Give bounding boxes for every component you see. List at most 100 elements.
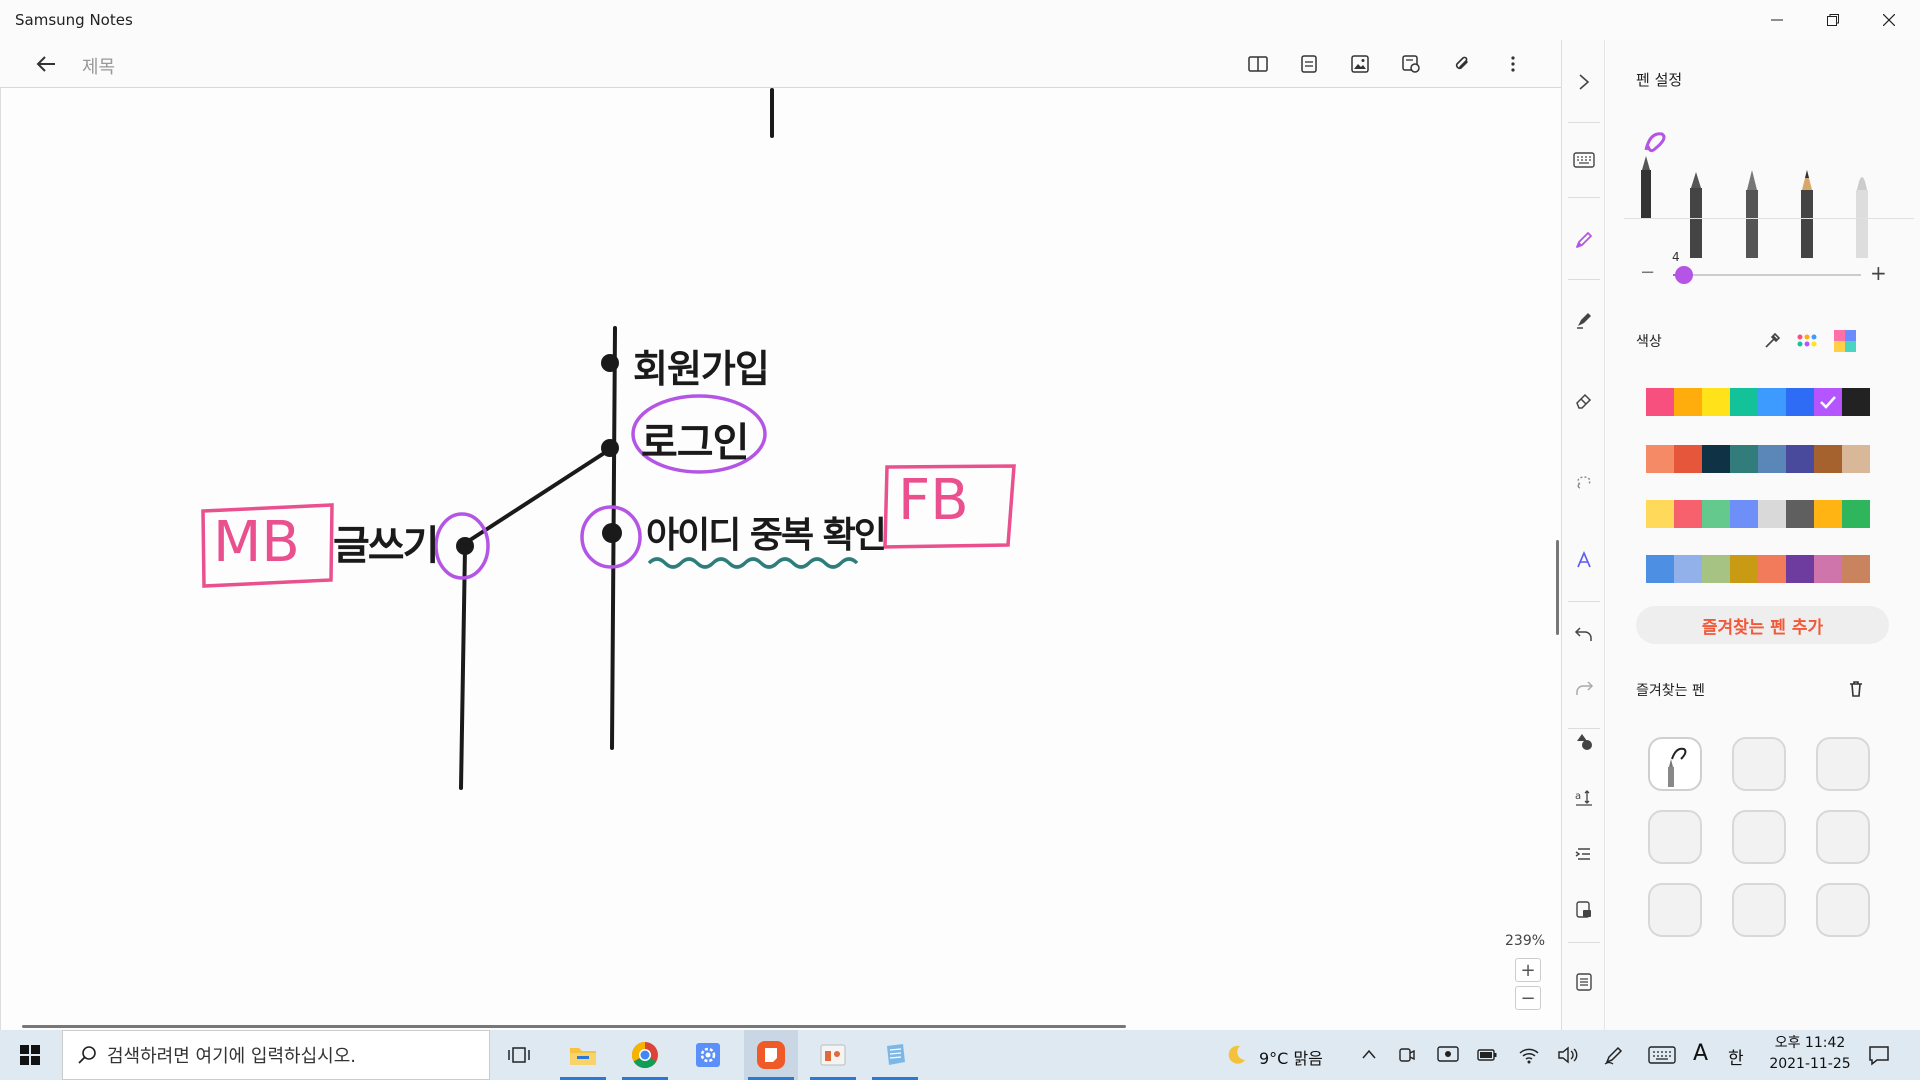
taskbar-clock[interactable]: 오후 11:42 2021-11-25 [1760, 1033, 1860, 1075]
start-button[interactable] [4, 1030, 56, 1080]
pencil-option[interactable] [1797, 168, 1817, 258]
color-swatch[interactable] [1786, 555, 1814, 583]
eyedropper-icon[interactable] [1763, 332, 1781, 350]
color-swatch[interactable] [1674, 388, 1702, 416]
favorite-pen-slot[interactable] [1732, 810, 1786, 864]
brush-option[interactable] [1852, 168, 1872, 258]
powerpoint-app[interactable] [806, 1030, 860, 1080]
ime-font-indicator[interactable]: A [1693, 1041, 1708, 1066]
color-swatch[interactable] [1674, 500, 1702, 528]
vertical-scrollbar[interactable] [1556, 540, 1559, 635]
color-swatch[interactable] [1814, 388, 1842, 416]
lasso-tool[interactable] [1572, 468, 1596, 492]
page-view-button[interactable] [1246, 52, 1270, 76]
zoom-out-button[interactable]: − [1515, 986, 1541, 1010]
calligraphy-pen-option[interactable] [1686, 168, 1706, 258]
touch-keyboard-icon[interactable] [1648, 1046, 1676, 1064]
favorite-pen-slot[interactable] [1648, 883, 1702, 937]
color-swatch[interactable] [1674, 555, 1702, 583]
trash-icon[interactable] [1847, 680, 1865, 698]
color-swatch[interactable] [1758, 388, 1786, 416]
chevron-up-icon[interactable] [1361, 1048, 1377, 1060]
color-swatch[interactable] [1814, 555, 1842, 583]
battery-icon[interactable] [1477, 1047, 1499, 1063]
favorite-pen-slot[interactable] [1816, 737, 1870, 791]
template-button[interactable] [1297, 52, 1321, 76]
minimize-button[interactable] [1749, 0, 1805, 40]
close-button[interactable] [1861, 0, 1917, 40]
color-swatch[interactable] [1702, 500, 1730, 528]
taskbar-search-box[interactable]: 검색하려면 여기에 입력하십시오. [62, 1030, 490, 1080]
color-swatch[interactable] [1730, 500, 1758, 528]
color-swatch[interactable] [1786, 445, 1814, 473]
favorite-pen-slot[interactable] [1732, 737, 1786, 791]
color-swatch[interactable] [1646, 445, 1674, 473]
favorite-pen-slot[interactable] [1732, 883, 1786, 937]
color-swatch[interactable] [1702, 445, 1730, 473]
zoom-in-button[interactable]: + [1515, 958, 1541, 982]
favorite-pen-slot[interactable] [1648, 737, 1702, 791]
note-canvas[interactable]: 회원가입 로그인 글쓰기 아이디 중복 확인 MB FB [0, 88, 1561, 1030]
ime-language-indicator[interactable]: 한 [1728, 1044, 1744, 1069]
file-explorer-app[interactable] [556, 1030, 610, 1080]
size-minus-button[interactable]: − [1640, 262, 1655, 283]
color-swatch[interactable] [1674, 445, 1702, 473]
color-swatch[interactable] [1814, 445, 1842, 473]
color-swatch[interactable] [1786, 388, 1814, 416]
chrome-app[interactable] [618, 1030, 672, 1080]
pen-menu-icon[interactable] [1603, 1044, 1625, 1066]
redo-button[interactable] [1572, 676, 1596, 700]
note-title[interactable]: 제목 [82, 53, 115, 79]
color-swatch[interactable] [1702, 555, 1730, 583]
color-swatch[interactable] [1842, 445, 1870, 473]
back-button[interactable] [34, 52, 58, 76]
color-swatch[interactable] [1842, 555, 1870, 583]
collapse-panel-button[interactable] [1572, 70, 1596, 94]
volume-icon[interactable] [1557, 1045, 1579, 1065]
color-swatch[interactable] [1758, 500, 1786, 528]
color-swatch[interactable] [1730, 445, 1758, 473]
color-swatch[interactable] [1646, 500, 1674, 528]
notification-icon[interactable] [1868, 1044, 1890, 1066]
handwriting-convert-tool[interactable] [1572, 548, 1596, 572]
color-swatch[interactable] [1814, 500, 1842, 528]
eraser-tool[interactable] [1572, 388, 1596, 412]
more-options-button[interactable] [1501, 52, 1525, 76]
color-spectrum-icon[interactable] [1834, 330, 1856, 352]
size-plus-button[interactable]: + [1870, 261, 1887, 285]
shapes-tool[interactable] [1572, 730, 1596, 754]
color-swatch[interactable] [1842, 388, 1870, 416]
pen-option[interactable] [1742, 168, 1762, 258]
add-favorite-pen-button[interactable]: 즐겨찾는 펜 추가 [1636, 606, 1889, 644]
color-palette-icon[interactable] [1796, 332, 1818, 350]
weather-text[interactable]: 9°C 맑음 [1259, 1045, 1323, 1069]
restore-button[interactable] [1805, 0, 1861, 40]
color-swatch[interactable] [1646, 555, 1674, 583]
wifi-icon[interactable] [1518, 1045, 1540, 1065]
color-swatch[interactable] [1730, 388, 1758, 416]
attach-button[interactable] [1450, 52, 1474, 76]
color-swatch[interactable] [1786, 500, 1814, 528]
fountain-pen-option[interactable] [1632, 120, 1676, 220]
line-spacing-tool[interactable] [1572, 842, 1596, 866]
insert-voice-button[interactable] [1399, 52, 1423, 76]
color-swatch[interactable] [1842, 500, 1870, 528]
horizontal-scrollbar[interactable] [22, 1025, 1126, 1028]
color-swatch[interactable] [1646, 388, 1674, 416]
lock-tool[interactable] [1572, 898, 1596, 922]
undo-button[interactable] [1572, 622, 1596, 646]
color-swatch[interactable] [1758, 555, 1786, 583]
settings-app[interactable] [681, 1030, 735, 1080]
page-list-button[interactable] [1572, 970, 1596, 994]
favorite-pen-slot[interactable] [1816, 883, 1870, 937]
size-slider-thumb[interactable] [1675, 266, 1693, 284]
color-swatch[interactable] [1758, 445, 1786, 473]
keyboard-tool[interactable] [1572, 148, 1596, 172]
notepad-app[interactable] [868, 1030, 922, 1080]
color-swatch[interactable] [1702, 388, 1730, 416]
text-spacing-tool[interactable]: a [1572, 786, 1596, 810]
size-slider[interactable] [1673, 266, 1861, 284]
insert-image-button[interactable] [1348, 52, 1372, 76]
color-swatch[interactable] [1730, 555, 1758, 583]
task-view-button[interactable] [492, 1030, 546, 1080]
